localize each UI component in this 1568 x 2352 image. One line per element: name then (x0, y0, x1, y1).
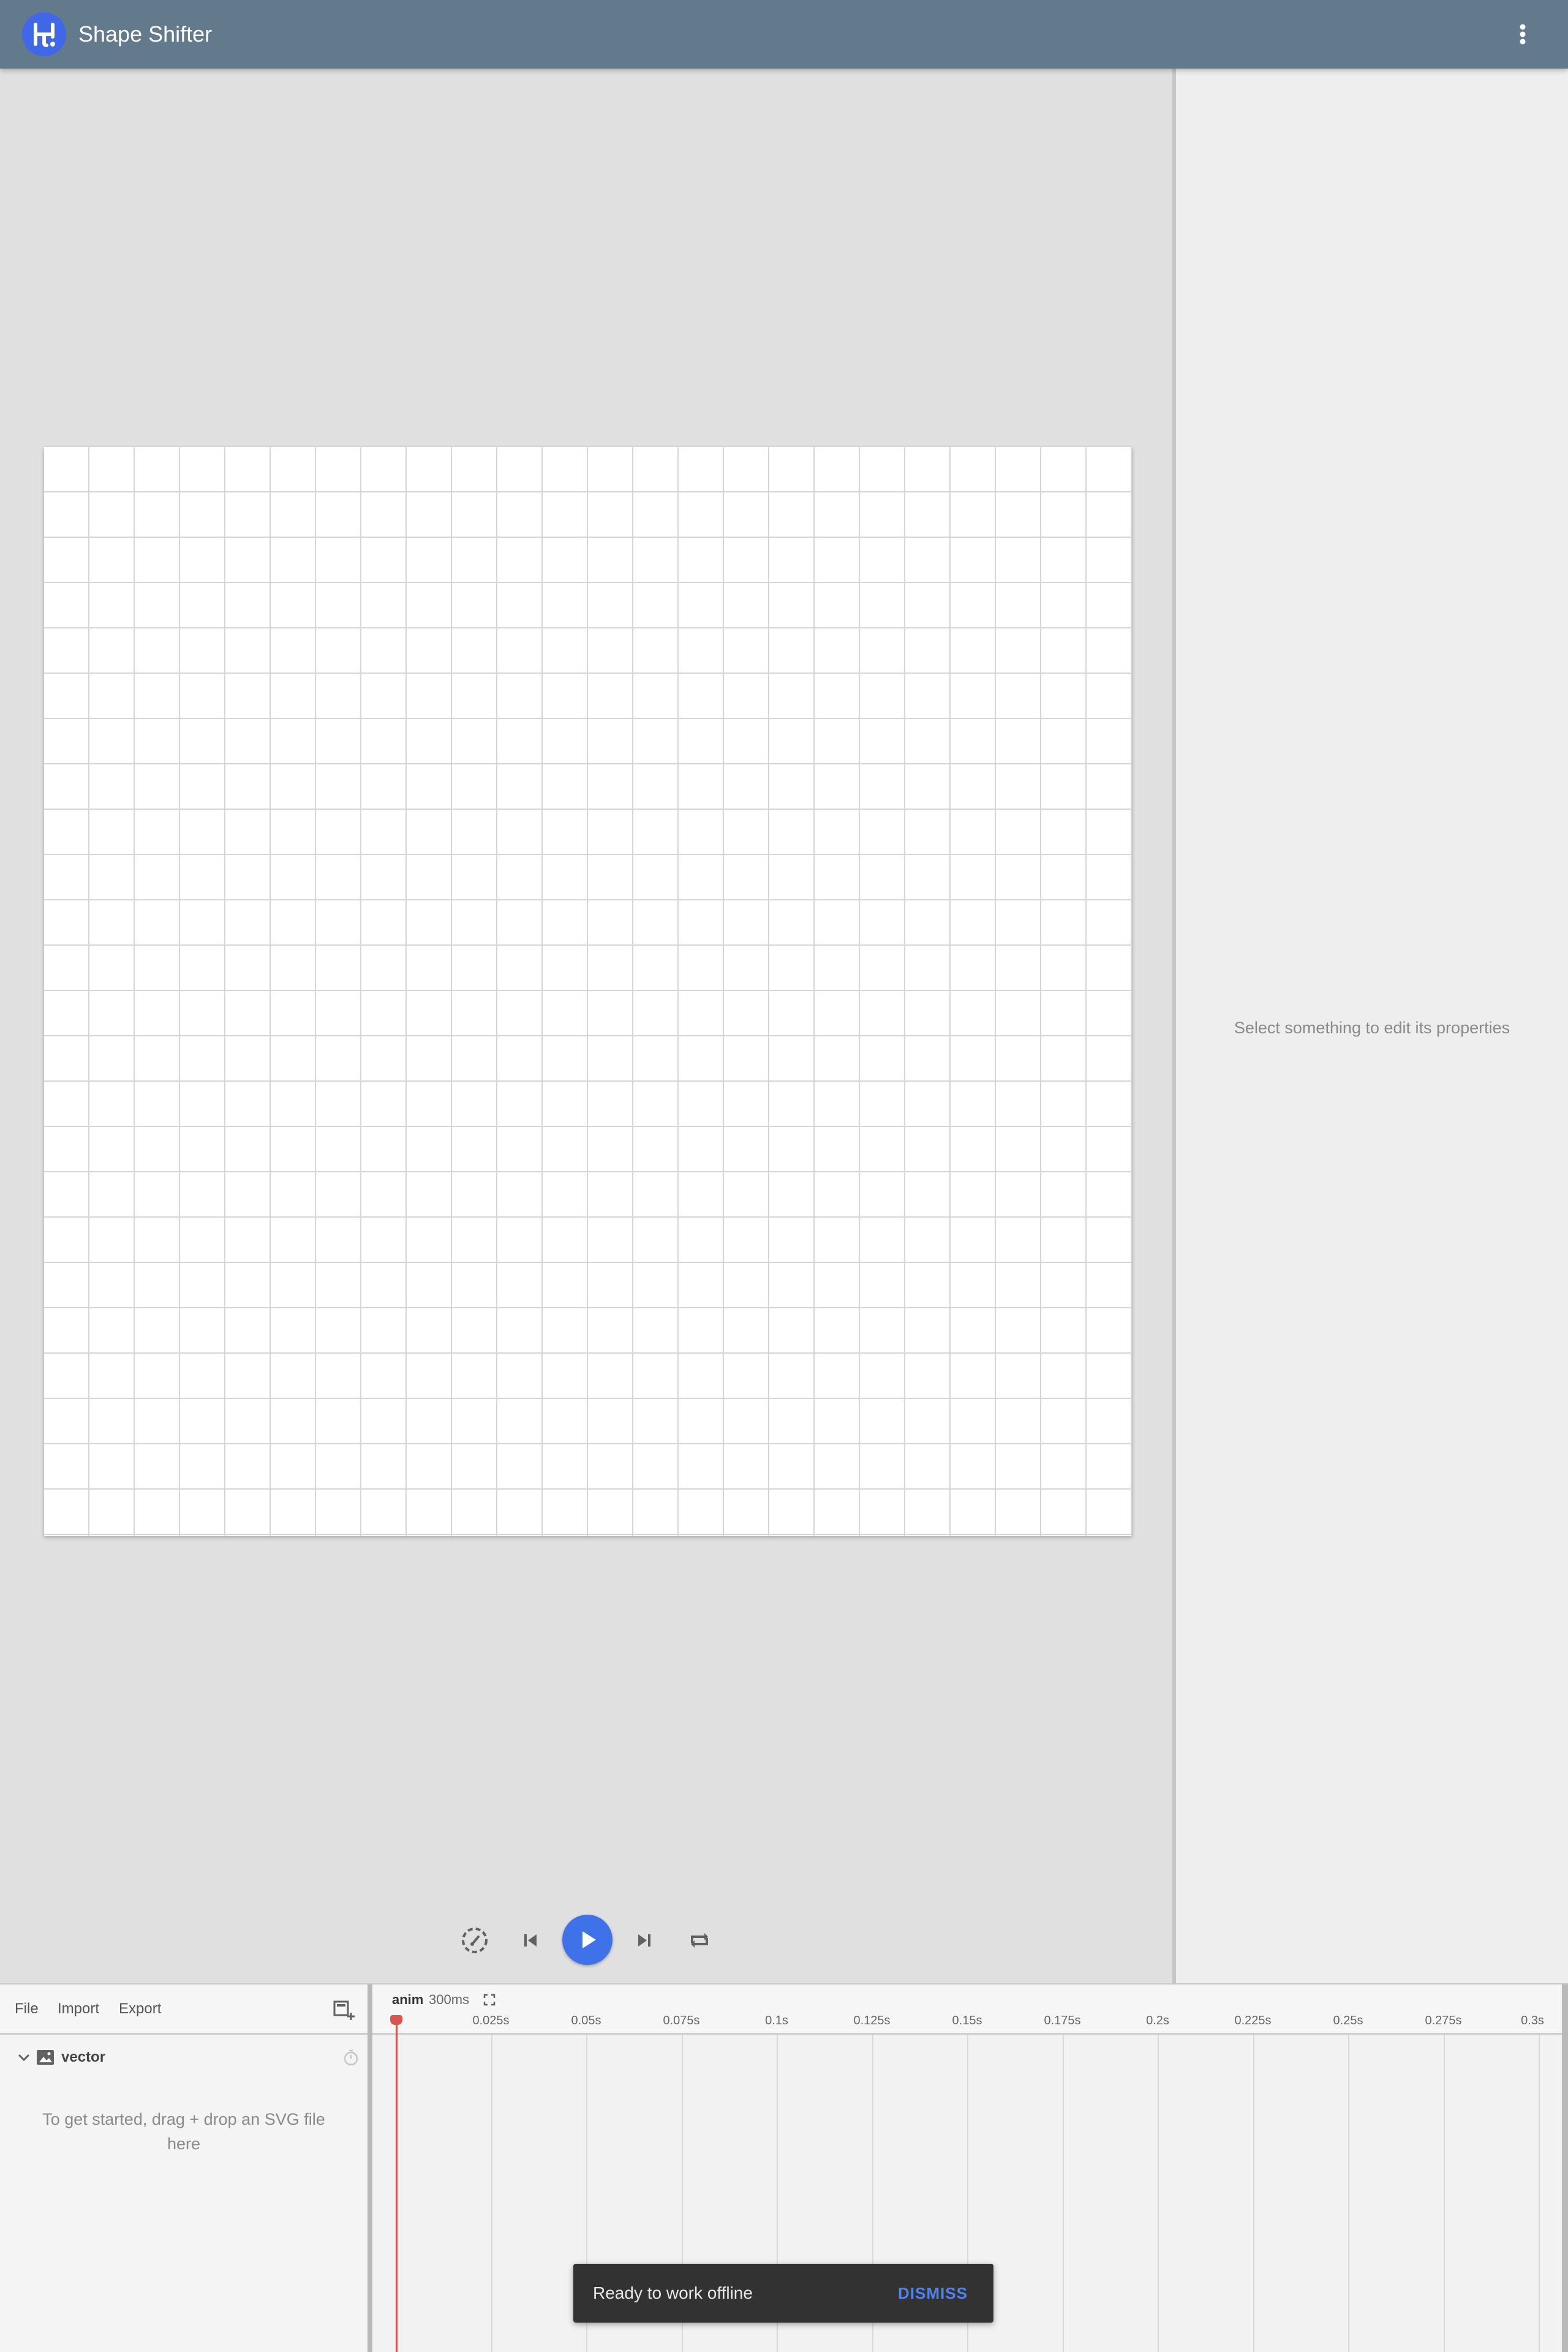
timeline-tick-label: 0.3s (1521, 2014, 1544, 2027)
layer-row-vector[interactable]: vector (0, 2035, 368, 2080)
timeline-tick-label: 0.275s (1425, 2014, 1462, 2027)
playhead[interactable] (396, 2016, 398, 2352)
play-button[interactable] (562, 1915, 612, 1965)
timeline-tick-label: 0.225s (1234, 2014, 1272, 2027)
timeline-tick-label: 0.15s (952, 2014, 982, 2027)
add-layer-icon[interactable] (331, 1997, 356, 2022)
timeline-splitter[interactable] (368, 1985, 372, 2352)
animation-name[interactable]: anim (392, 1991, 423, 2009)
properties-pane: Select something to edit its properties (1176, 69, 1568, 1983)
shape-shifter-logo-icon[interactable] (22, 12, 66, 56)
right-edge-bar (1562, 1985, 1568, 2352)
timeline-gridline (491, 2035, 492, 2352)
vector-image-icon (37, 2050, 54, 2065)
vector-canvas[interactable] (44, 447, 1132, 1536)
timeline-gridline (1539, 2035, 1540, 2352)
chevron-down-icon[interactable] (16, 2048, 32, 2067)
timeline-tick-label: 0.075s (663, 2014, 700, 2027)
snackbar-message: Ready to work offline (593, 2283, 753, 2302)
fullscreen-icon[interactable] (480, 1991, 499, 2009)
animation-duration[interactable]: 300ms (429, 1991, 469, 2009)
properties-hint: Select something to edit its properties (1234, 1019, 1510, 1037)
timeline-gridline (1443, 2035, 1445, 2352)
playhead-handle[interactable] (390, 2015, 402, 2025)
export-menu[interactable]: Export (119, 1999, 161, 2019)
skip-previous-icon[interactable] (512, 1922, 549, 1959)
timeline-gridline (1062, 2035, 1064, 2352)
timeline-gridline (1253, 2035, 1254, 2352)
skip-next-icon[interactable] (626, 1922, 663, 1959)
timeline-tick-label: 0.1s (765, 2014, 788, 2027)
timeline-tick-label: 0.25s (1333, 2014, 1363, 2027)
timeline-tick-label: 0.125s (853, 2014, 891, 2027)
timeline-gridline (1348, 2035, 1349, 2352)
layer-list-header: File Import Export (0, 1985, 368, 2035)
empty-state-message: To get started, drag + drop an SVG file … (42, 2110, 325, 2153)
dismiss-button[interactable]: DISMISS (898, 2282, 968, 2304)
timer-icon[interactable] (342, 2048, 360, 2067)
timeline-tick-label: 0.025s (472, 2014, 510, 2027)
layer-name: vector (61, 2049, 106, 2065)
canvas-grid (44, 447, 1132, 1536)
import-menu[interactable]: Import (58, 1999, 99, 2019)
layer-list-pane: File Import Export vector To get started… (0, 1985, 368, 2352)
file-menu[interactable]: File (15, 1999, 39, 2019)
timeline-tick-label: 0.175s (1044, 2014, 1081, 2027)
timeline-gridline (1158, 2035, 1159, 2352)
timeline-tick-label: 0.05s (571, 2014, 601, 2027)
app-toolbar: Shape Shifter (0, 0, 1568, 69)
app-title: Shape Shifter (78, 21, 213, 47)
timeline-tick-label: 0.2s (1146, 2014, 1169, 2027)
repeat-icon[interactable] (681, 1922, 718, 1959)
playback-speed-icon[interactable] (456, 1922, 493, 1959)
snackbar: Ready to work offline DISMISS (573, 2264, 993, 2323)
more-vert-icon[interactable] (1504, 17, 1541, 51)
play-icon (582, 1931, 596, 1948)
